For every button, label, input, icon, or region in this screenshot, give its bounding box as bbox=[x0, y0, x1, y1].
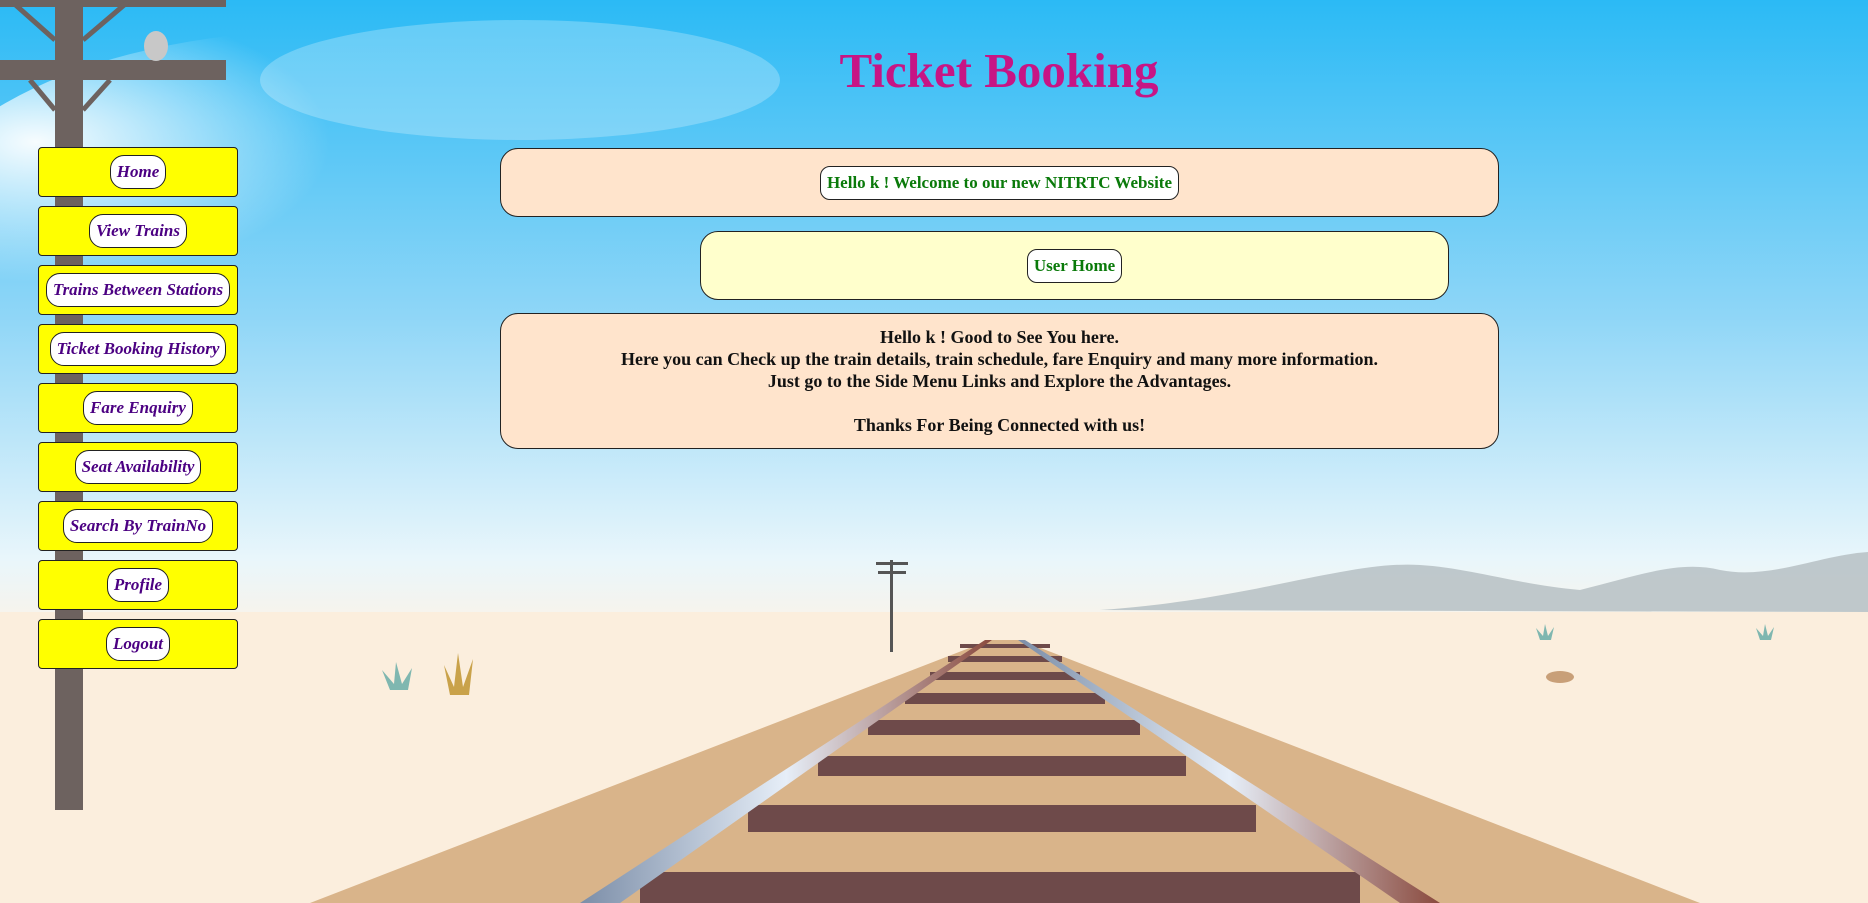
sidebar-menu: Home View Trains Trains Between Stations… bbox=[38, 147, 238, 678]
sidebar-item-logout[interactable]: Logout bbox=[38, 619, 238, 669]
logout-link[interactable]: Logout bbox=[105, 627, 171, 661]
user-home-label: User Home bbox=[1026, 248, 1123, 283]
search-by-trainno-link[interactable]: Search By TrainNo bbox=[62, 509, 214, 543]
info-description: Here you can Check up the train details,… bbox=[620, 349, 1378, 369]
welcome-message: Hello k ! Welcome to our new NITRTC Webs… bbox=[819, 165, 1180, 200]
sidebar-item-home[interactable]: Home bbox=[38, 147, 238, 197]
sidebar-item-view-trains[interactable]: View Trains bbox=[38, 206, 238, 256]
sidebar-item-profile[interactable]: Profile bbox=[38, 560, 238, 610]
welcome-banner: Hello k ! Welcome to our new NITRTC Webs… bbox=[500, 148, 1499, 217]
home-link[interactable]: Home bbox=[109, 155, 167, 189]
info-thanks: Thanks For Being Connected with us! bbox=[853, 415, 1146, 435]
background-railway-scene bbox=[0, 0, 1868, 903]
user-home-banner: User Home bbox=[700, 231, 1449, 300]
info-greeting: Hello k ! Good to See You here. bbox=[880, 327, 1119, 347]
info-instructions: Just go to the Side Menu Links and Explo… bbox=[767, 371, 1232, 391]
page-title: Ticket Booking bbox=[839, 43, 1159, 98]
trains-between-stations-link[interactable]: Trains Between Stations bbox=[45, 273, 231, 307]
seat-availability-link[interactable]: Seat Availability bbox=[74, 450, 202, 484]
ticket-booking-history-link[interactable]: Ticket Booking History bbox=[49, 332, 227, 366]
fare-enquiry-link[interactable]: Fare Enquiry bbox=[83, 391, 193, 425]
sidebar-item-search-by-trainno[interactable]: Search By TrainNo bbox=[38, 501, 238, 551]
profile-link[interactable]: Profile bbox=[106, 568, 170, 602]
sidebar-item-fare-enquiry[interactable]: Fare Enquiry bbox=[38, 383, 238, 433]
sidebar-item-seat-availability[interactable]: Seat Availability bbox=[38, 442, 238, 492]
sidebar-item-trains-between-stations[interactable]: Trains Between Stations bbox=[38, 265, 238, 315]
view-trains-link[interactable]: View Trains bbox=[89, 214, 187, 248]
info-panel: Hello k ! Good to See You here. Here you… bbox=[500, 313, 1499, 449]
sidebar-item-ticket-booking-history[interactable]: Ticket Booking History bbox=[38, 324, 238, 374]
